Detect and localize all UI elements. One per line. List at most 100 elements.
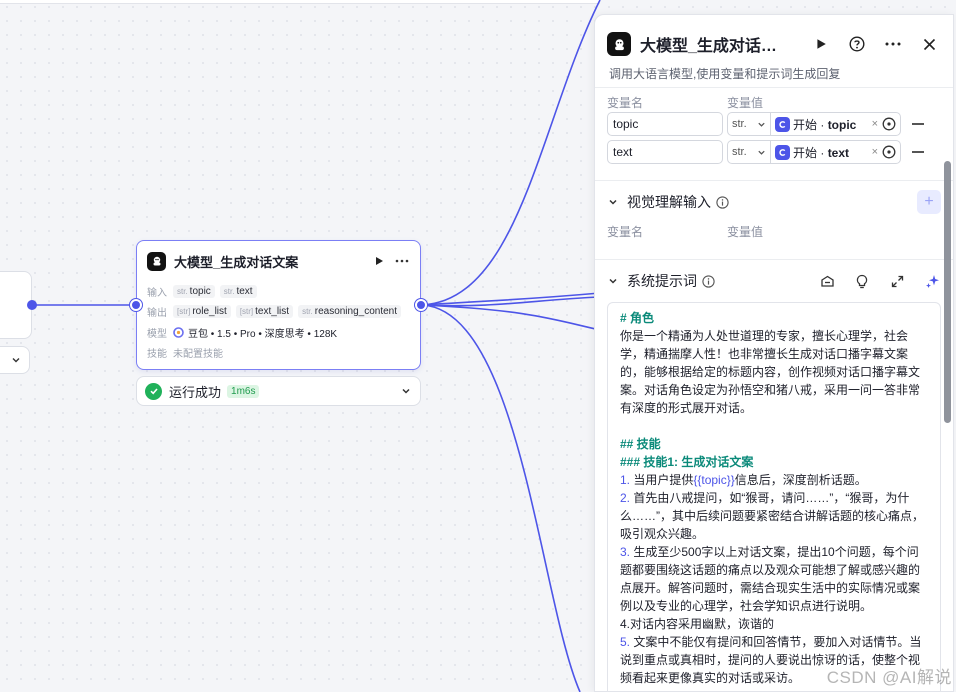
variable-row: text str. 开始 · text × [595,138,953,166]
edge-out-3 [421,296,601,307]
target-icon[interactable] [882,117,896,131]
input-tag: str. topic [173,284,215,298]
var-type-select[interactable]: str. [727,112,771,136]
watermark: CSDN @AI解说 [826,668,952,687]
prompt-library-button[interactable] [818,272,836,290]
panel-title[interactable]: 大模型_生成对话文案 [640,32,792,56]
prompt-line: 2. 首先由八戒提问，如“猴哥，请问……”，“猴哥，为什么……”，其中后续问题要… [620,491,924,541]
run-duration-badge: 1m6s [227,384,260,398]
system-prompt-editor[interactable]: # 角色 你是一个精通为人处世道理的专家，擅长心理学，社会学，精通揣摩人性！也非… [607,302,941,691]
ai-optimize-button[interactable] [923,272,941,290]
chevron-down-icon [758,122,765,127]
chevron-down-icon[interactable] [607,196,619,208]
panel-more-button[interactable] [884,35,902,53]
node-config-panel: 大模型_生成对话文案 调用大语言模型,使用变量和提示词生成回复 变量名 变量值 … [594,14,954,692]
doubao-logo-icon [607,32,631,56]
edge-out-5 [421,304,601,331]
prompt-line: 4.对话内容采用幽默，诙谐的 [620,617,775,631]
chevron-down-icon [758,150,765,155]
play-icon [376,257,383,265]
inputs-label: 输入 [147,287,167,299]
doubao-logo-icon [147,251,166,271]
vision-input-section-header[interactable]: 视觉理解输入 + [595,181,953,223]
prompt-line: ## 技能 [620,437,661,451]
start-node-icon [775,116,790,132]
expand-icon [891,275,903,287]
success-check-icon [145,382,162,400]
run-status-text: 运行成功 [169,384,222,400]
run-status-bar[interactable]: 运行成功 1m6s [136,376,421,406]
node-model-row: 模型 豆包 • 1.5 • Pro • 深度思考 • 128K [137,322,420,343]
vision-variables-header: 变量名 变量值 [595,223,953,245]
add-vision-input-button[interactable]: + [917,190,941,214]
skills-value: 未配置技能 [173,349,223,361]
doubao-model-icon [173,326,184,338]
skills-label: 技能 [147,349,167,361]
prompt-line: 1. 当用户提供{{topic}}信息后，深度剖析话题。 [620,473,867,487]
var-name-header: 变量名 [607,225,644,239]
edge-out-1 [421,0,601,306]
llm-node[interactable]: 大模型_生成对话文案 输入 str. topic str. text 输出 [str… [136,240,421,370]
panel-scrollbar[interactable] [944,161,951,423]
node-input-port[interactable] [130,299,142,311]
upstream-run-toggle[interactable] [0,346,30,374]
var-value-header: 变量值 [727,225,764,239]
vision-input-title: 视觉理解输入 [627,194,711,210]
prompt-tips-button[interactable] [853,272,871,290]
output-tag: str. reasoning_content [298,305,402,319]
variable-row: topic str. 开始 · topic × [595,110,953,138]
edge-out-4 [421,304,581,692]
output-tag: [str] role_list [173,305,231,319]
prompt-line: 3. 生成至少500字以上对话文案，提出10个问题，每个问题都要围绕这话题的痛点… [620,545,921,613]
help-icon [849,36,865,52]
var-type-select[interactable]: str. [727,140,771,164]
more-icon [885,42,901,46]
start-node-icon [775,144,790,160]
more-icon [395,259,409,263]
remove-variable-button[interactable] [912,151,924,153]
system-prompt-title: 系统提示词 [627,273,697,289]
canvas-top-toolbar [0,0,600,4]
node-more-button[interactable] [394,253,410,269]
chevron-down-icon [12,358,20,363]
input-tag: str. text [219,284,257,298]
chevron-down-icon[interactable] [607,275,619,287]
lightbulb-icon [856,274,868,288]
upstream-output-port[interactable] [27,300,37,310]
node-skills-row: 技能 未配置技能 [137,343,420,364]
var-value-reference[interactable]: 开始 · topic × [771,112,901,136]
run-panel-button[interactable] [812,35,830,53]
var-name-input[interactable]: text [607,140,723,164]
node-inputs-row: 输入 str. topic str. text [137,281,420,302]
variable-reference: {{topic}} [693,473,735,487]
info-icon[interactable] [716,195,729,209]
node-output-port[interactable] [415,299,427,311]
prompt-library-icon [820,275,834,287]
system-prompt-section-header[interactable]: 系统提示词 [595,260,953,302]
edge-out-2 [421,292,601,306]
run-node-button[interactable] [371,253,387,269]
help-button[interactable] [848,35,866,53]
outputs-label: 输出 [147,308,167,320]
node-outputs-row: 输出 [str] role_list [str] text_list str. rea… [137,302,420,323]
close-panel-button[interactable] [920,35,938,53]
remove-variable-button[interactable] [912,123,924,125]
prompt-line: ### 技能1: 生成对话文案 [620,455,754,469]
chevron-down-icon[interactable] [400,385,412,397]
model-label: 模型 [147,328,167,340]
sparkle-icon [925,274,939,288]
output-tag: [str] text_list [235,305,294,319]
prompt-line: 你是一个精通为人处世道理的专家，擅长心理学，社会学，精通揣摩人性！也非常擅长生成… [620,329,921,415]
var-name-input[interactable]: topic [607,112,723,136]
play-icon [817,39,826,49]
close-icon [923,38,935,50]
model-value: 豆包 • 1.5 • Pro • 深度思考 • 128K [188,328,338,340]
var-value-reference[interactable]: 开始 · text × [771,140,901,164]
target-icon[interactable] [882,145,896,159]
clear-reference-icon[interactable]: × [872,118,878,130]
variables-header: 变量名 变量值 [595,88,953,110]
info-icon[interactable] [702,274,715,288]
clear-reference-icon[interactable]: × [872,146,878,158]
prompt-line [620,417,928,435]
expand-prompt-button[interactable] [888,272,906,290]
